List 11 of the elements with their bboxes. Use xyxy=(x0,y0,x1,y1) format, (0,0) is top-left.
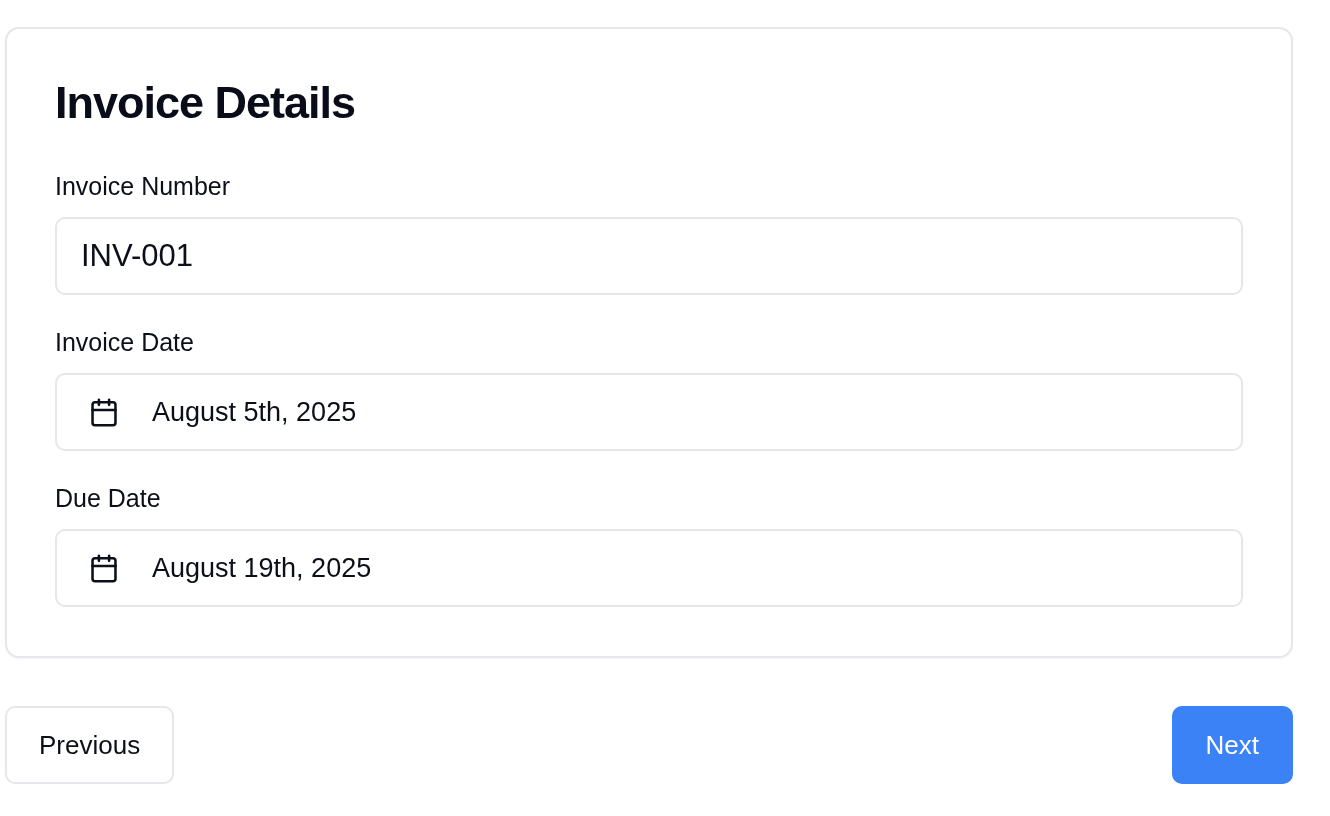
date-picker-field[interactable]: August 19th, 2025 xyxy=(55,529,1243,607)
field-label: Due Date xyxy=(55,483,162,513)
calendar-icon xyxy=(91,553,117,583)
field-label: Invoice Date xyxy=(55,327,195,357)
date-picker-field[interactable]: August 5th, 2025 xyxy=(55,373,1243,451)
previous-button[interactable]: Previous xyxy=(5,706,175,784)
card-title: Invoice Details xyxy=(55,77,357,129)
field-label: Invoice Number xyxy=(55,171,232,201)
next-button[interactable]: Next xyxy=(1171,706,1293,784)
input-field[interactable]: INV-001 xyxy=(55,217,1243,295)
calendar-icon xyxy=(91,397,117,427)
